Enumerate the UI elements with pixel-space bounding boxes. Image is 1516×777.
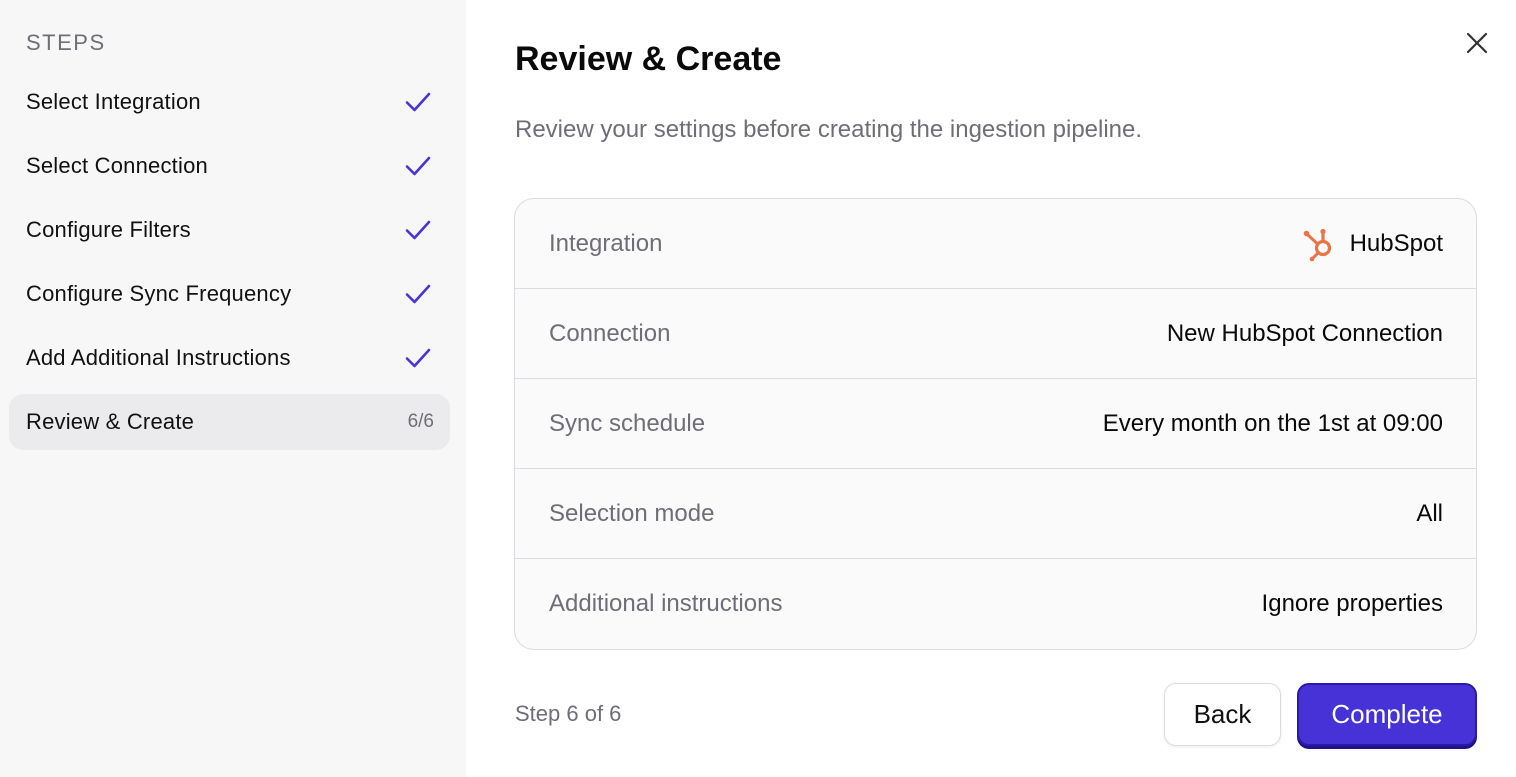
close-icon <box>1466 32 1488 54</box>
step-review-create[interactable]: Review & Create 6/6 <box>9 394 450 450</box>
check-icon <box>405 220 431 240</box>
hubspot-icon <box>1303 228 1331 261</box>
row-value: HubSpot <box>1302 226 1443 262</box>
check-icon <box>405 92 431 112</box>
step-select-connection[interactable]: Select Connection <box>9 138 450 194</box>
step-label: Select Integration <box>26 89 201 114</box>
check-icon <box>405 348 431 368</box>
page-title: Review & Create <box>515 40 782 78</box>
summary-row-additional-instructions: Additional instructions Ignore propertie… <box>515 559 1476 649</box>
steps-sidebar: STEPS Select Integration Select Connecti… <box>0 0 466 777</box>
complete-button[interactable]: Complete <box>1297 683 1477 746</box>
back-button[interactable]: Back <box>1164 683 1281 746</box>
row-label: Additional instructions <box>549 590 783 617</box>
row-label: Connection <box>549 319 671 347</box>
summary-row-connection: Connection New HubSpot Connection <box>515 289 1476 379</box>
step-indicator: Step 6 of 6 <box>515 701 622 726</box>
step-label: Configure Filters <box>26 217 191 242</box>
close-button[interactable] <box>1462 28 1492 58</box>
step-label: Select Connection <box>26 153 208 178</box>
row-value: Ignore properties <box>1261 590 1443 617</box>
check-icon <box>405 284 431 304</box>
settings-summary: Integration HubSpot Connection New HubSp… <box>514 198 1477 650</box>
step-count: 6/6 <box>407 411 434 432</box>
step-select-integration[interactable]: Select Integration <box>9 74 450 130</box>
row-value: New HubSpot Connection <box>1166 319 1443 347</box>
step-configure-filters[interactable]: Configure Filters <box>9 202 450 258</box>
step-label: Review & Create <box>26 409 195 434</box>
integration-name: HubSpot <box>1349 229 1443 257</box>
step-label: Add Additional Instructions <box>26 345 291 370</box>
summary-row-sync-schedule: Sync schedule Every month on the 1st at … <box>515 379 1476 469</box>
steps-heading: STEPS <box>26 30 106 55</box>
check-icon <box>405 156 431 176</box>
summary-row-integration: Integration HubSpot <box>515 199 1476 289</box>
row-label: Selection mode <box>549 499 715 527</box>
page-subtitle: Review your settings before creating the… <box>515 116 1143 143</box>
row-label: Sync schedule <box>549 409 706 437</box>
row-value: All <box>1416 499 1443 527</box>
step-label: Configure Sync Frequency <box>26 281 292 306</box>
row-value: Every month on the 1st at 09:00 <box>1102 409 1443 437</box>
summary-row-selection-mode: Selection mode All <box>515 469 1476 559</box>
step-add-additional-instructions[interactable]: Add Additional Instructions <box>9 330 450 386</box>
row-label: Integration <box>549 229 663 257</box>
review-panel: Review & Create Review your settings bef… <box>466 0 1516 777</box>
step-configure-sync-frequency[interactable]: Configure Sync Frequency <box>9 266 450 322</box>
